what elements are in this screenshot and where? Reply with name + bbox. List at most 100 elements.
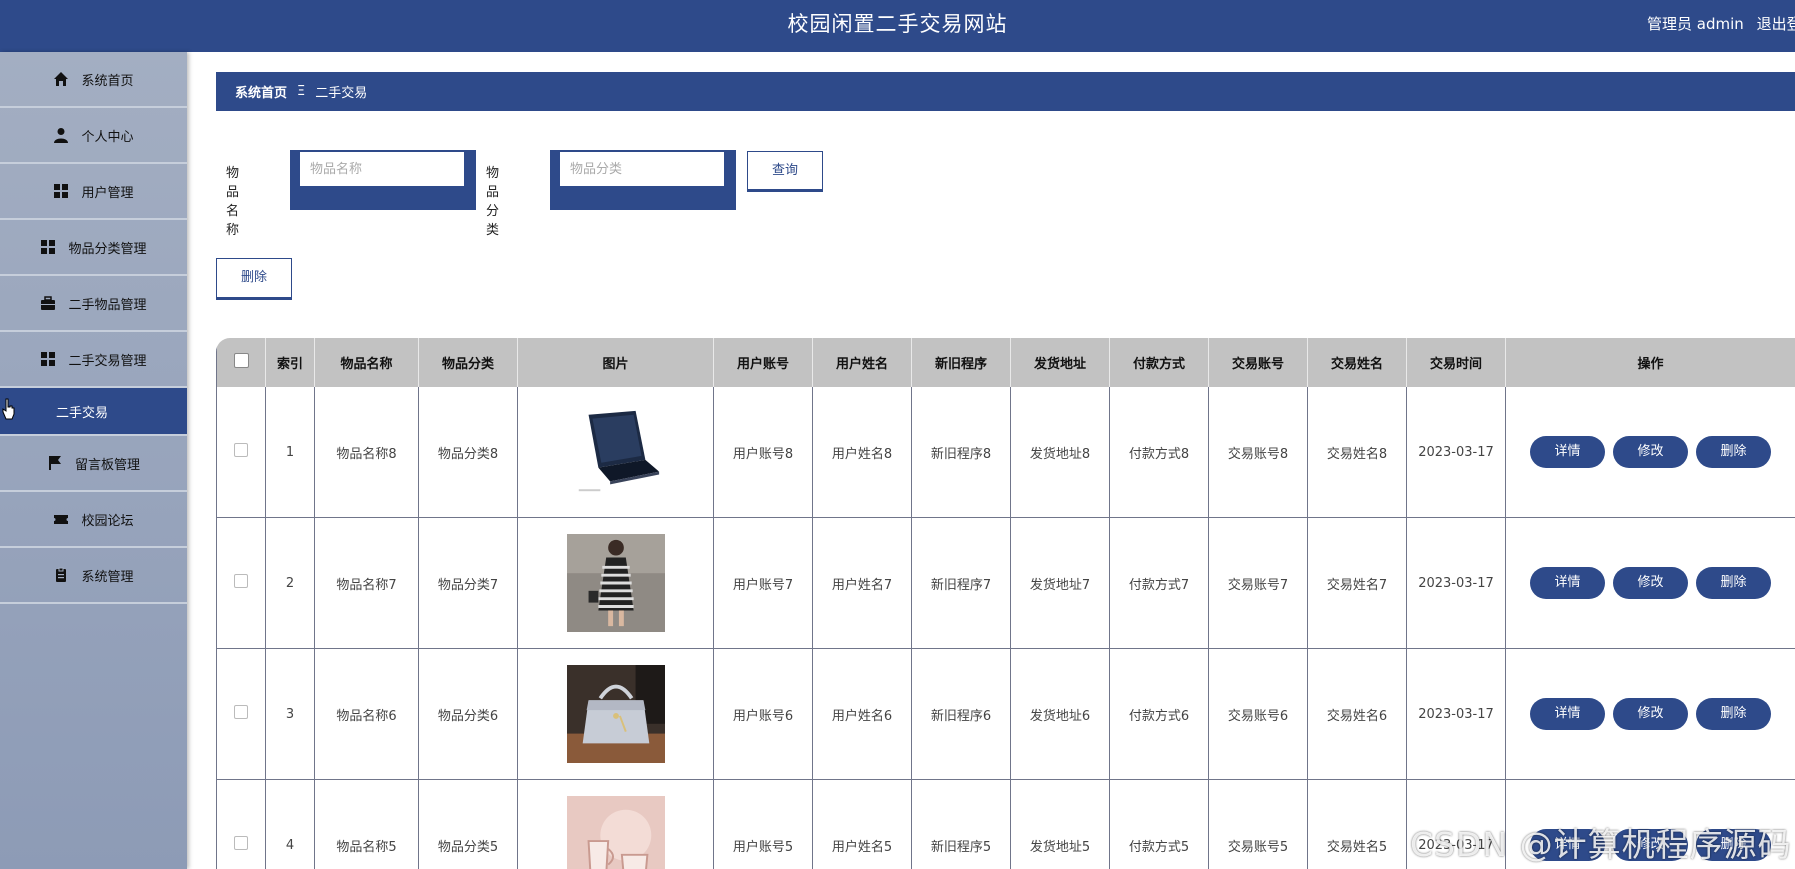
column-header: 索引: [265, 338, 315, 387]
cell-condition: 新旧程序6: [911, 648, 1011, 780]
cell-user-name: 用户姓名8: [812, 387, 912, 518]
edit-button[interactable]: 修改: [1613, 698, 1688, 730]
breadcrumb-home[interactable]: 系统首页: [235, 82, 287, 101]
column-header: 交易时间: [1406, 338, 1506, 387]
sidebar-item-item-management[interactable]: 二手物品管理: [0, 276, 187, 332]
item-name-input[interactable]: [300, 152, 464, 186]
cell-image: [517, 387, 714, 518]
breadcrumb: 系统首页 Ξ 二手交易: [216, 72, 1795, 111]
edit-button[interactable]: 修改: [1613, 436, 1688, 468]
item-name-label: 物品名称: [226, 166, 240, 238]
cell-trade-time: 2023-03-17: [1406, 648, 1506, 780]
row-checkbox[interactable]: [234, 836, 248, 850]
sidebar-item-users[interactable]: 用户管理: [0, 164, 187, 220]
cell-trade-account: 交易账号8: [1208, 387, 1308, 518]
sidebar-item-trade-management[interactable]: 二手交易管理: [0, 332, 187, 388]
detail-button[interactable]: 详情: [1530, 567, 1605, 599]
delete-button[interactable]: 删除: [1696, 698, 1771, 730]
sidebar-item-profile[interactable]: 个人中心: [0, 108, 187, 164]
sidebar-item-label: 个人中心: [81, 129, 134, 145]
sidebar: 系统首页 个人中心 用户管理 物品分类管理 二手物品管理 二手交易管理 二手交易…: [0, 52, 187, 869]
cell-index: 2: [265, 517, 315, 649]
detail-button[interactable]: 详情: [1530, 698, 1605, 730]
watermark: CSDN @计算机程序源码: [1410, 825, 1792, 864]
cell-item-name: 物品名称6: [314, 648, 419, 780]
cell-index: 1: [265, 387, 315, 518]
sidebar-item-label: 物品分类管理: [68, 241, 147, 257]
edit-button[interactable]: 修改: [1613, 567, 1688, 599]
cell-trade-name: 交易姓名7: [1307, 517, 1407, 649]
row-select-cell: [216, 779, 266, 869]
column-header: 交易姓名: [1307, 338, 1407, 387]
sidebar-item-label: 用户管理: [81, 185, 134, 201]
cell-address: 发货地址8: [1010, 387, 1110, 518]
data-table-wrapper: 索引 物品名称 物品分类 图片 用户账号 用户姓名 新旧程序 发货地址 付款方式…: [216, 338, 1795, 869]
cell-trade-account: 交易账号7: [1208, 517, 1308, 649]
home-icon: [54, 72, 69, 86]
sidebar-subitem-trade[interactable]: 二手交易: [0, 388, 187, 436]
row-select-cell: [216, 648, 266, 780]
data-table: 索引 物品名称 物品分类 图片 用户账号 用户姓名 新旧程序 发货地址 付款方式…: [216, 338, 1795, 869]
cell-item-category: 物品分类8: [418, 387, 518, 518]
delete-button[interactable]: 删除: [1696, 436, 1771, 468]
row-select-cell: [216, 517, 266, 649]
site-title: 校园闲置二手交易网站: [787, 12, 1008, 36]
briefcase-icon: [41, 296, 56, 310]
column-header: 用户账号: [713, 338, 813, 387]
detail-button[interactable]: 详情: [1530, 436, 1605, 468]
cell-condition: 新旧程序5: [911, 779, 1011, 869]
column-header: 物品分类: [418, 338, 518, 387]
cell-item-category: 物品分类5: [418, 779, 518, 869]
cell-item-category: 物品分类6: [418, 648, 518, 780]
cell-image: [517, 517, 714, 649]
sidebar-item-label: 二手交易: [56, 405, 109, 421]
cell-condition: 新旧程序8: [911, 387, 1011, 518]
cell-image: [517, 779, 714, 869]
column-header: 图片: [517, 338, 714, 387]
handbag-image: [566, 665, 665, 763]
column-header: 发货地址: [1010, 338, 1110, 387]
cell-trade-time: 2023-03-17: [1406, 517, 1506, 649]
sidebar-item-label: 留言板管理: [74, 457, 140, 473]
query-button[interactable]: 查询: [747, 151, 823, 190]
grid-icon: [54, 184, 69, 198]
sidebar-item-forum[interactable]: 校园论坛: [0, 492, 187, 548]
table-header-row: 索引 物品名称 物品分类 图片 用户账号 用户姓名 新旧程序 发货地址 付款方式…: [216, 338, 1795, 387]
select-all-checkbox[interactable]: [233, 353, 249, 368]
row-checkbox[interactable]: [234, 574, 248, 588]
sidebar-item-label: 系统首页: [81, 73, 134, 89]
cell-item-name: 物品名称5: [314, 779, 419, 869]
dress-image: [566, 534, 665, 632]
row-checkbox[interactable]: [234, 443, 248, 457]
column-header: 新旧程序: [911, 338, 1011, 387]
column-header: 操作: [1505, 338, 1795, 387]
column-header: 付款方式: [1109, 338, 1209, 387]
sidebar-item-label: 二手物品管理: [68, 297, 147, 313]
delete-button[interactable]: 删除: [1696, 567, 1771, 599]
row-select-cell: [216, 387, 266, 518]
item-category-input[interactable]: [560, 152, 724, 186]
cell-user-name: 用户姓名7: [812, 517, 912, 649]
table-row: 1 物品名称8 物品分类8 用户账号8 用户姓名8 新旧程序8 发货地址8 付款…: [216, 387, 1795, 518]
sidebar-item-message-board[interactable]: 留言板管理: [0, 436, 187, 492]
sidebar-item-home[interactable]: 系统首页: [0, 52, 187, 108]
breadcrumb-current: 二手交易: [315, 86, 368, 101]
row-checkbox[interactable]: [234, 705, 248, 719]
logout-link[interactable]: 退出登录: [1757, 15, 1795, 33]
sidebar-item-system[interactable]: 系统管理: [0, 548, 187, 604]
clipboard-icon: [56, 567, 67, 582]
person-icon: [54, 128, 69, 143]
sidebar-item-category-management[interactable]: 物品分类管理: [0, 220, 187, 276]
cell-user-account: 用户账号6: [713, 648, 813, 780]
cell-trade-name: 交易姓名6: [1307, 648, 1407, 780]
cell-condition: 新旧程序7: [911, 517, 1011, 649]
select-all-cell: [216, 338, 266, 387]
grid-icon: [41, 352, 56, 366]
ticket-icon: [54, 515, 69, 524]
column-header: 用户姓名: [812, 338, 912, 387]
cell-address: 发货地址5: [1010, 779, 1110, 869]
column-header: 交易账号: [1208, 338, 1308, 387]
cups-image: [566, 796, 665, 869]
cell-trade-time: 2023-03-17: [1406, 387, 1506, 518]
batch-delete-button[interactable]: 删除: [216, 258, 292, 298]
